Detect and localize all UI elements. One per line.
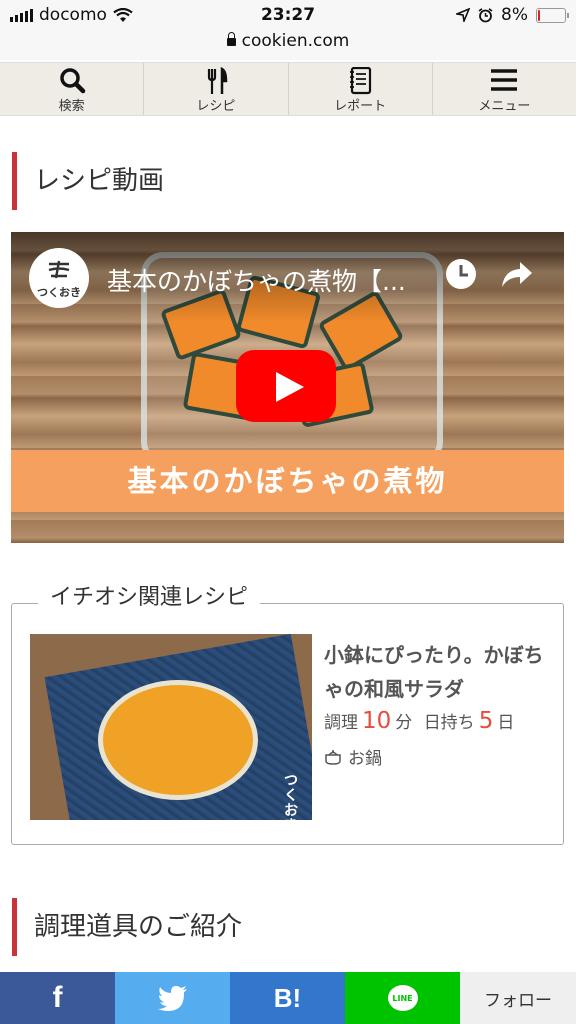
nav-label: 検索	[58, 99, 85, 114]
notebook-icon	[350, 67, 372, 95]
alarm-icon	[478, 7, 493, 22]
pot-icon	[325, 749, 341, 765]
watch-later-icon[interactable]	[443, 256, 479, 292]
recipe-thumbnail[interactable]: つくおき	[30, 634, 312, 820]
fork-knife-icon	[207, 67, 228, 94]
method-label: お鍋	[348, 749, 382, 769]
recipe-method: お鍋	[324, 744, 382, 769]
nav-item-search[interactable]: 検索	[0, 63, 145, 115]
tsukuoki-logo-icon	[48, 260, 70, 279]
section-title-video: レシピ動画	[12, 152, 164, 210]
play-button[interactable]	[236, 350, 336, 422]
section-title-tools: 調理道具のご紹介	[12, 898, 242, 956]
nav-item-report[interactable]: レポート	[289, 63, 433, 115]
nav-label: レシピ	[196, 99, 236, 114]
follow-button[interactable]: フォロー	[460, 972, 576, 1024]
search-icon	[59, 68, 85, 94]
share-bar: f B! LINE フォロー	[0, 972, 576, 1024]
battery-icon	[536, 7, 569, 23]
nav-item-menu[interactable]: メニュー	[433, 63, 576, 115]
prep-unit: 分	[395, 713, 413, 733]
thumb-badge: つくおき	[284, 773, 298, 821]
nav-item-recipe[interactable]: レシピ	[144, 63, 289, 115]
channel-logo[interactable]: つくおき	[29, 248, 89, 308]
hatena-icon: B!	[273, 982, 302, 1013]
video-title[interactable]: 基本のかぼちゃの煮物【...	[107, 262, 437, 298]
url-domain: cookien.com	[241, 31, 350, 51]
keep-unit: 日	[497, 713, 515, 733]
line-icon: LINE	[345, 972, 460, 1024]
keep-label: 日持ち	[423, 713, 475, 733]
facebook-icon: f	[52, 981, 63, 1014]
twitter-icon	[115, 972, 230, 1024]
twitter-share-button[interactable]	[115, 972, 230, 1024]
hatena-bookmark-button[interactable]: B!	[230, 972, 345, 1024]
video-banner-text: 基本のかぼちゃの煮物	[11, 450, 564, 512]
location-arrow-icon	[456, 8, 471, 22]
share-icon[interactable]	[498, 256, 536, 292]
hamburger-menu-icon	[491, 69, 518, 91]
url-bar[interactable]: cookien.com	[0, 30, 576, 60]
keep-value: 5	[478, 708, 494, 734]
nav-label: メニュー	[478, 99, 531, 114]
nav-label: レポート	[334, 99, 387, 114]
line-share-button[interactable]: LINE	[345, 972, 460, 1024]
recipe-meta: 調理 10 分 日持ち 5 日	[324, 706, 514, 738]
youtube-video-embed[interactable]: つくおき 基本のかぼちゃの煮物【... 基本のかぼちゃの煮物	[11, 232, 564, 543]
recommended-label: イチオシ関連レシピ	[38, 582, 261, 614]
battery-percent: 8%	[501, 5, 528, 25]
lock-icon	[226, 32, 236, 46]
status-bar: docomo 23:27 8%	[0, 0, 576, 30]
channel-logo-text: つくおき	[37, 286, 81, 299]
prep-label: 調理	[324, 713, 358, 733]
prep-value: 10	[362, 708, 392, 734]
recipe-title[interactable]: 小鉢にぴったり。かぼちゃの和風サラダ	[324, 638, 549, 706]
main-nav: 検索 レシピ レポート メニュー	[0, 62, 576, 116]
facebook-share-button[interactable]: f	[0, 972, 115, 1024]
